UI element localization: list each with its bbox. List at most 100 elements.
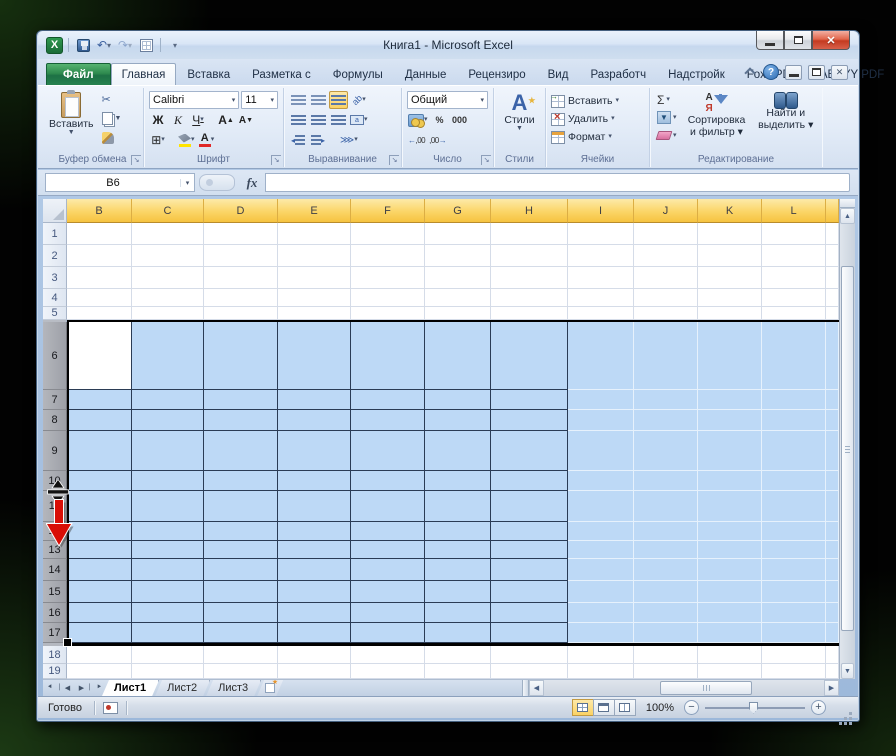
- cell[interactable]: [425, 522, 491, 541]
- formula-bar-splitter[interactable]: [199, 174, 235, 191]
- cell[interactable]: [826, 471, 839, 491]
- cell[interactable]: [351, 522, 425, 541]
- resize-grip[interactable]: [838, 703, 852, 717]
- column-header-I[interactable]: I: [568, 199, 634, 223]
- sort-filter-button[interactable]: АЯ Сортировкаи фильтр ▾: [681, 90, 753, 152]
- cell[interactable]: [204, 646, 278, 664]
- cell[interactable]: [568, 307, 634, 320]
- cell[interactable]: [425, 390, 491, 410]
- cell[interactable]: [67, 471, 132, 491]
- increase-indent-button[interactable]: ▸: [309, 131, 327, 149]
- sheet-tab-лист2[interactable]: Лист2: [155, 680, 210, 696]
- cell[interactable]: [425, 410, 491, 431]
- cell[interactable]: [762, 559, 826, 581]
- cell[interactable]: [278, 431, 351, 471]
- cell[interactable]: [67, 541, 132, 559]
- cell[interactable]: [826, 541, 839, 559]
- cell[interactable]: [132, 410, 204, 431]
- cell[interactable]: [826, 623, 839, 643]
- cell[interactable]: [67, 431, 132, 471]
- save-button[interactable]: [74, 36, 92, 54]
- cell[interactable]: [826, 245, 839, 267]
- cell[interactable]: [634, 623, 698, 643]
- cell[interactable]: [351, 322, 425, 390]
- dialog-launcher-icon[interactable]: ↘: [271, 155, 281, 165]
- cell[interactable]: [425, 307, 491, 320]
- fill-button[interactable]: ▼▾: [655, 109, 679, 126]
- excel-logo-icon[interactable]: X: [46, 37, 63, 54]
- decrease-indent-button[interactable]: ◂: [289, 131, 307, 149]
- cell[interactable]: [698, 522, 762, 541]
- cell[interactable]: [698, 289, 762, 307]
- tab-рецензиро[interactable]: Рецензиро: [457, 63, 536, 85]
- cell[interactable]: [67, 559, 132, 581]
- row-header-1[interactable]: 1: [43, 223, 67, 245]
- cell[interactable]: [826, 664, 839, 679]
- increase-decimal-button[interactable]: ←,00: [407, 131, 426, 149]
- cell[interactable]: [491, 559, 568, 581]
- cell[interactable]: [132, 390, 204, 410]
- cell[interactable]: [634, 603, 698, 623]
- cell[interactable]: [634, 522, 698, 541]
- column-header-L[interactable]: L: [762, 199, 826, 223]
- row-header-8[interactable]: 8: [43, 410, 67, 431]
- number-format-combo[interactable]: Общий▾: [407, 91, 488, 109]
- cell[interactable]: [634, 245, 698, 267]
- close-button[interactable]: ✕: [812, 31, 850, 50]
- row-header-5[interactable]: 5: [43, 307, 67, 320]
- cell[interactable]: [826, 322, 839, 390]
- cell[interactable]: [278, 223, 351, 245]
- cell[interactable]: [351, 541, 425, 559]
- cell[interactable]: [826, 603, 839, 623]
- cell[interactable]: [491, 623, 568, 643]
- find-select-button[interactable]: Найти ивыделить ▾: [753, 90, 820, 152]
- cell[interactable]: [491, 307, 568, 320]
- vertical-scroll-thumb[interactable]: [841, 266, 854, 631]
- help-icon[interactable]: ?: [763, 64, 779, 80]
- cell[interactable]: [491, 322, 568, 390]
- cell[interactable]: [351, 664, 425, 679]
- cell[interactable]: [132, 491, 204, 522]
- cell[interactable]: [762, 267, 826, 289]
- accounting-format-button[interactable]: ▾: [407, 111, 429, 129]
- cell[interactable]: [425, 646, 491, 664]
- row-header-9[interactable]: 9: [43, 431, 67, 471]
- dialog-launcher-icon[interactable]: ↘: [481, 155, 491, 165]
- dialog-launcher-icon[interactable]: ↘: [131, 155, 141, 165]
- cell[interactable]: [132, 307, 204, 320]
- cell[interactable]: [762, 245, 826, 267]
- cell[interactable]: [132, 431, 204, 471]
- delete-cells-button[interactable]: Удалить▾: [551, 110, 644, 128]
- cell[interactable]: [204, 431, 278, 471]
- horizontal-scroll-thumb[interactable]: [660, 681, 752, 695]
- cell[interactable]: [491, 664, 568, 679]
- cell[interactable]: [491, 522, 568, 541]
- tab-формулы[interactable]: Формулы: [322, 63, 394, 85]
- cell[interactable]: [568, 289, 634, 307]
- cell[interactable]: [762, 431, 826, 471]
- row-header-18[interactable]: 18: [43, 646, 67, 664]
- row-header-4[interactable]: 4: [43, 289, 67, 307]
- row-header-7[interactable]: 7: [43, 390, 67, 410]
- font-color-button[interactable]: А▾: [198, 131, 216, 149]
- cell[interactable]: [425, 603, 491, 623]
- macro-record-icon[interactable]: [103, 702, 118, 714]
- cell[interactable]: [568, 646, 634, 664]
- fill-handle[interactable]: [64, 639, 71, 646]
- cell[interactable]: [762, 471, 826, 491]
- cell[interactable]: [568, 603, 634, 623]
- collapse-ribbon-icon[interactable]: [743, 67, 757, 78]
- cell[interactable]: [762, 307, 826, 320]
- align-center-button[interactable]: [309, 111, 327, 129]
- cell[interactable]: [278, 581, 351, 603]
- cell[interactable]: [278, 559, 351, 581]
- cell[interactable]: [67, 307, 132, 320]
- cell[interactable]: [762, 289, 826, 307]
- horizontal-scroll-track[interactable]: [544, 680, 824, 696]
- horizontal-scrollbar[interactable]: ◀ ▶: [529, 680, 839, 696]
- row-header-3[interactable]: 3: [43, 267, 67, 289]
- insert-cells-button[interactable]: Вставить▾: [551, 92, 644, 110]
- underline-button[interactable]: Ч▾: [189, 111, 207, 129]
- cell[interactable]: [67, 245, 132, 267]
- column-header-E[interactable]: E: [278, 199, 351, 223]
